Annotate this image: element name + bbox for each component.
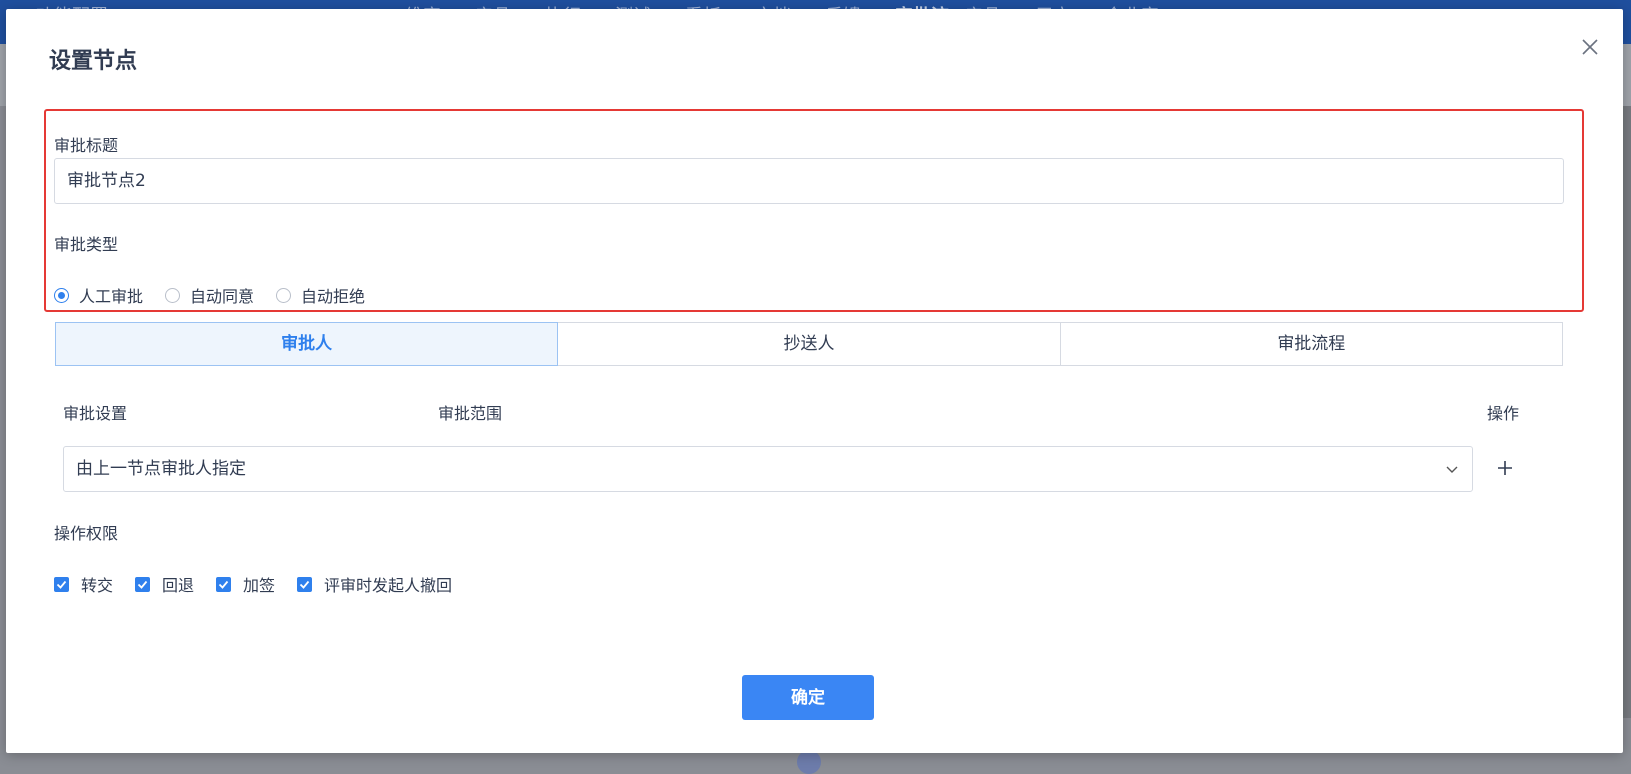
approval-title-input[interactable]: 审批节点2 (54, 158, 1564, 204)
checkbox-checked-icon[interactable] (135, 576, 151, 592)
set-node-dialog: 设置节点 审批标题 审批节点2 审批类型 人工审批 自动同意 自动拒绝 审批人 … (6, 9, 1623, 753)
checkbox-transfer[interactable]: 转交 (54, 572, 113, 596)
confirm-button[interactable]: 确定 (742, 675, 874, 720)
radio-unchecked-icon[interactable] (165, 287, 181, 303)
checkbox-checked-icon[interactable] (54, 576, 69, 592)
radio-auto-reject[interactable]: 自动拒绝 (276, 283, 365, 307)
radio-label: 自动同意 (190, 287, 255, 306)
tab-approval-flow[interactable]: 审批流程 (1060, 323, 1562, 365)
approval-type-radio-group: 人工审批 自动同意 自动拒绝 (54, 283, 387, 307)
tab-cc[interactable]: 抄送人 (558, 323, 1061, 365)
checkbox-rollback[interactable]: 回退 (135, 572, 194, 596)
radio-unchecked-icon[interactable] (276, 287, 292, 303)
radio-auto-approve[interactable]: 自动同意 (165, 283, 254, 307)
tab-approvers[interactable]: 审批人 (55, 322, 559, 366)
add-icon[interactable] (1493, 456, 1517, 480)
radio-checked-icon[interactable] (54, 287, 69, 303)
column-header-action: 操作 (1487, 404, 1520, 423)
radio-label: 自动拒绝 (301, 287, 366, 306)
approval-type-label: 审批类型 (54, 235, 119, 254)
permissions-checkbox-group: 转交 回退 加签 评审时发起人撤回 (54, 572, 474, 596)
checkbox-label: 加签 (243, 576, 276, 595)
dialog-title: 设置节点 (49, 49, 138, 74)
approval-title-label: 审批标题 (54, 136, 119, 155)
approval-setting-value: 由上一节点审批人指定 (76, 459, 246, 479)
chevron-down-icon (1446, 466, 1458, 473)
close-icon[interactable] (1578, 35, 1602, 59)
radio-label: 人工审批 (79, 287, 144, 306)
checkbox-checked-icon[interactable] (297, 576, 313, 592)
checkbox-initiator-withdraw[interactable]: 评审时发起人撤回 (297, 572, 452, 596)
checkbox-add-signer[interactable]: 加签 (216, 572, 275, 596)
column-header-scope: 审批范围 (438, 404, 503, 423)
highlight-box (44, 109, 1584, 312)
approval-setting-select[interactable]: 由上一节点审批人指定 (63, 446, 1473, 492)
permissions-label: 操作权限 (54, 524, 119, 543)
checkbox-checked-icon[interactable] (216, 576, 232, 592)
background-add-node-icon (797, 750, 821, 774)
checkbox-label: 评审时发起人撤回 (324, 576, 453, 595)
column-header-setting: 审批设置 (63, 404, 128, 423)
tab-bar: 审批人 抄送人 审批流程 (55, 322, 1563, 366)
radio-manual-approval[interactable]: 人工审批 (54, 283, 143, 307)
checkbox-label: 回退 (162, 576, 195, 595)
checkbox-label: 转交 (81, 576, 114, 595)
